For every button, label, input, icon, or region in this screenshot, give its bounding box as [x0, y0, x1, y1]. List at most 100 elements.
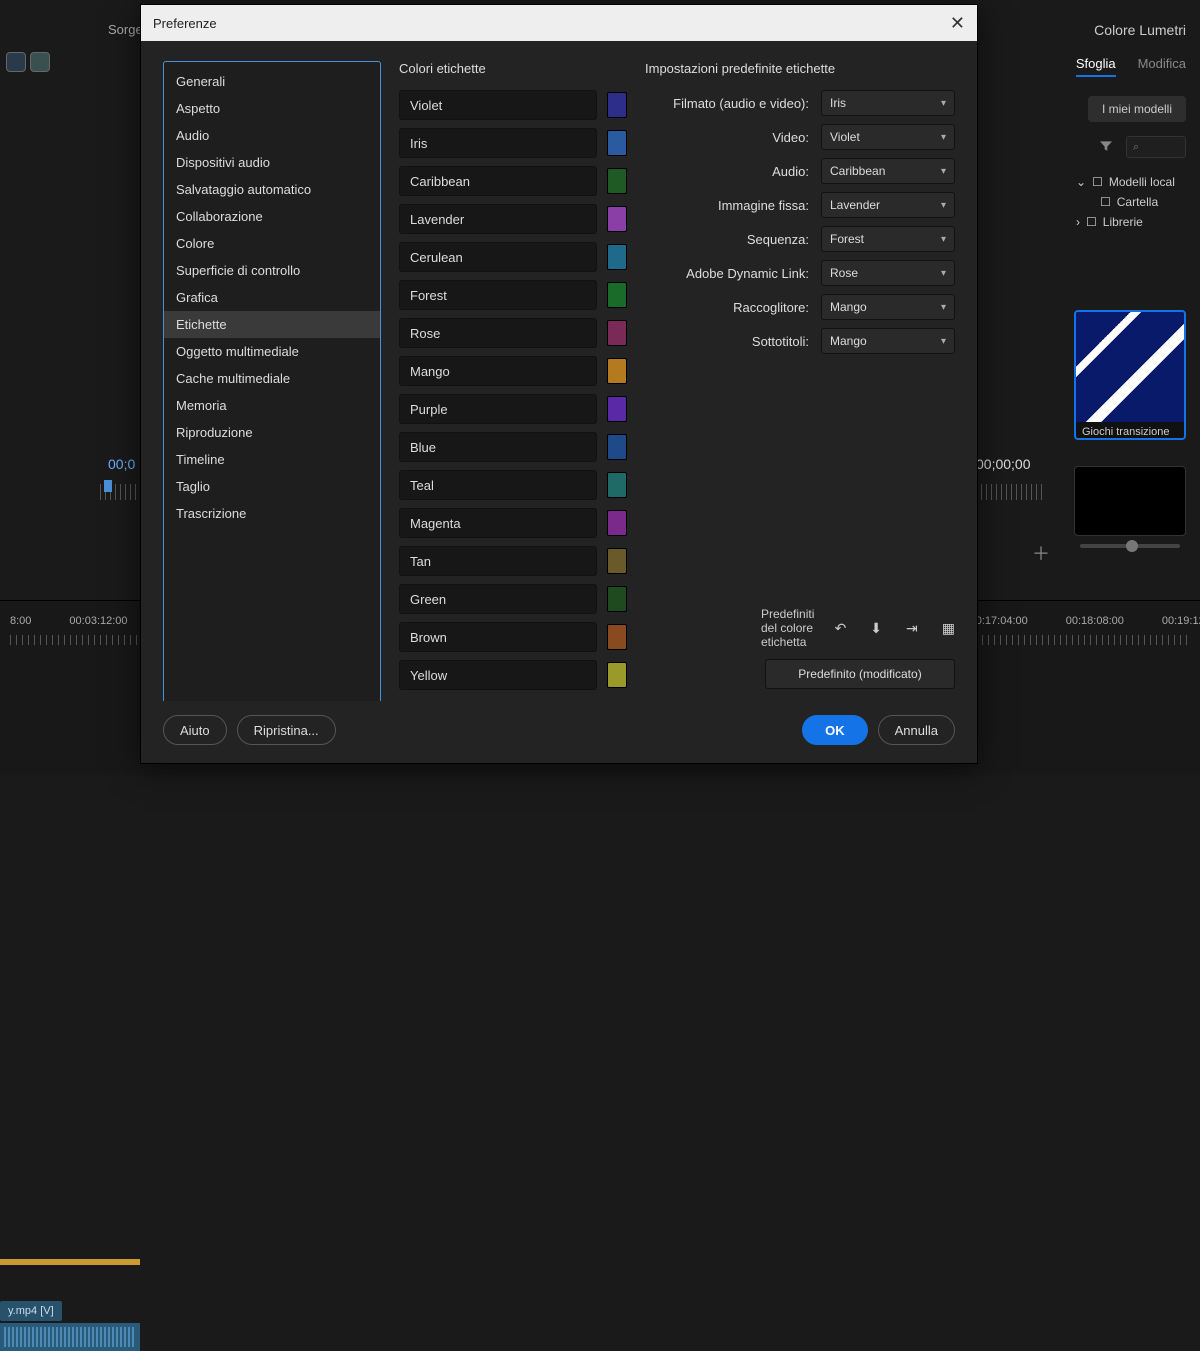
- color-swatch[interactable]: [607, 586, 627, 612]
- label-color-row: [399, 318, 627, 348]
- tree-row[interactable]: › ☐ Librerie: [1076, 212, 1186, 232]
- sidebar-item-generali[interactable]: Generali: [164, 68, 380, 95]
- import-preset-icon[interactable]: ⇥: [906, 620, 918, 637]
- reset-button[interactable]: Ripristina...: [237, 715, 336, 745]
- color-swatch[interactable]: [607, 510, 627, 536]
- default-select[interactable]: Rose▾: [821, 260, 955, 286]
- default-label-row: Filmato (audio e video): Iris▾: [645, 90, 955, 116]
- add-icon[interactable]: ＋: [1032, 540, 1050, 566]
- color-swatch[interactable]: [607, 434, 627, 460]
- bg-swatch-1: [6, 52, 26, 72]
- color-swatch[interactable]: [607, 282, 627, 308]
- label-name-input[interactable]: [399, 508, 597, 538]
- sidebar-item-audio[interactable]: Audio: [164, 122, 380, 149]
- label-name-input[interactable]: [399, 660, 597, 690]
- sidebar-item-grafica[interactable]: Grafica: [164, 284, 380, 311]
- label-name-input[interactable]: [399, 546, 597, 576]
- filter-icon[interactable]: [1098, 138, 1116, 156]
- default-label: Immagine fissa:: [645, 198, 809, 213]
- sidebar-item-oggetto-multimediale[interactable]: Oggetto multimediale: [164, 338, 380, 365]
- sidebar-item-superficie-di-controllo[interactable]: Superficie di controllo: [164, 257, 380, 284]
- color-swatch[interactable]: [607, 244, 627, 270]
- help-button[interactable]: Aiuto: [163, 715, 227, 745]
- default-select[interactable]: Forest▾: [821, 226, 955, 252]
- zoom-slider[interactable]: [1080, 544, 1180, 548]
- sidebar-item-dispositivi-audio[interactable]: Dispositivi audio: [164, 149, 380, 176]
- default-select[interactable]: Iris▾: [821, 90, 955, 116]
- checkbox-icon[interactable]: ☐: [1092, 175, 1103, 189]
- default-select[interactable]: Lavender▾: [821, 192, 955, 218]
- label-name-input[interactable]: [399, 90, 597, 120]
- tab-browse[interactable]: Sfoglia: [1076, 56, 1116, 77]
- label-name-input[interactable]: [399, 128, 597, 158]
- color-swatch[interactable]: [607, 358, 627, 384]
- label-name-input[interactable]: [399, 432, 597, 462]
- sidebar-item-timeline[interactable]: Timeline: [164, 446, 380, 473]
- color-swatch[interactable]: [607, 472, 627, 498]
- sidebar-item-salvataggio-automatico[interactable]: Salvataggio automatico: [164, 176, 380, 203]
- label-name-input[interactable]: [399, 470, 597, 500]
- cancel-button[interactable]: Annulla: [878, 715, 955, 745]
- label-name-input[interactable]: [399, 280, 597, 310]
- label-color-row: [399, 584, 627, 614]
- label-color-row: [399, 508, 627, 538]
- color-swatch[interactable]: [607, 168, 627, 194]
- default-select[interactable]: Mango▾: [821, 328, 955, 354]
- save-preset-icon[interactable]: ⬇: [870, 620, 882, 637]
- section-title-defaults: Impostazioni predefinite etichette: [645, 61, 955, 76]
- label-color-row: [399, 470, 627, 500]
- tree-row[interactable]: ☐ Cartella: [1076, 192, 1186, 212]
- color-swatch[interactable]: [607, 624, 627, 650]
- default-select[interactable]: Violet▾: [821, 124, 955, 150]
- label-name-input[interactable]: [399, 584, 597, 614]
- sidebar-item-trascrizione[interactable]: Trascrizione: [164, 500, 380, 527]
- color-swatch[interactable]: [607, 92, 627, 118]
- default-label: Video:: [645, 130, 809, 145]
- color-swatch[interactable]: [607, 320, 627, 346]
- checkbox-icon[interactable]: ☐: [1100, 195, 1111, 209]
- select-value: Lavender: [830, 198, 880, 212]
- sidebar-item-etichette[interactable]: Etichette: [164, 311, 380, 338]
- label-name-input[interactable]: [399, 166, 597, 196]
- color-swatch[interactable]: [607, 396, 627, 422]
- folder-icon[interactable]: ▦: [942, 620, 955, 637]
- default-label-row: Audio:Caribbean▾: [645, 158, 955, 184]
- label-color-row: [399, 166, 627, 196]
- checkbox-icon[interactable]: ☐: [1086, 215, 1097, 229]
- track-clip-label[interactable]: y.mp4 [V]: [0, 1301, 62, 1321]
- color-swatch[interactable]: [607, 662, 627, 688]
- template-thumb[interactable]: Giochi transizione: [1074, 310, 1186, 440]
- label-name-input[interactable]: [399, 394, 597, 424]
- label-name-input[interactable]: [399, 622, 597, 652]
- audio-waveform[interactable]: [0, 1323, 140, 1351]
- label-name-input[interactable]: [399, 204, 597, 234]
- sidebar-item-riproduzione[interactable]: Riproduzione: [164, 419, 380, 446]
- undo-icon[interactable]: ↶: [835, 620, 847, 637]
- label-name-input[interactable]: [399, 242, 597, 272]
- dialog-titlebar: Preferenze ✕: [141, 5, 977, 41]
- template-thumb-2[interactable]: [1074, 466, 1186, 536]
- label-name-input[interactable]: [399, 356, 597, 386]
- default-label: Filmato (audio e video):: [645, 96, 809, 111]
- search-input[interactable]: [1126, 136, 1186, 158]
- default-select[interactable]: Mango▾: [821, 294, 955, 320]
- sidebar-item-collaborazione[interactable]: Collaborazione: [164, 203, 380, 230]
- sidebar-item-colore[interactable]: Colore: [164, 230, 380, 257]
- sidebar-item-cache-multimediale[interactable]: Cache multimediale: [164, 365, 380, 392]
- preset-dropdown[interactable]: Predefinito (modificato): [765, 659, 955, 689]
- tree-row[interactable]: ⌄ ☐ Modelli local: [1076, 172, 1186, 192]
- close-icon[interactable]: ✕: [950, 13, 965, 34]
- sidebar-item-memoria[interactable]: Memoria: [164, 392, 380, 419]
- timeline-clip-bar[interactable]: [0, 1259, 140, 1265]
- sidebar-item-taglio[interactable]: Taglio: [164, 473, 380, 500]
- my-models-button[interactable]: I miei modelli: [1088, 96, 1186, 122]
- ok-button[interactable]: OK: [802, 715, 868, 745]
- tab-edit[interactable]: Modifica: [1138, 56, 1186, 77]
- label-name-input[interactable]: [399, 318, 597, 348]
- color-swatch[interactable]: [607, 130, 627, 156]
- sidebar-item-aspetto[interactable]: Aspetto: [164, 95, 380, 122]
- color-swatch[interactable]: [607, 206, 627, 232]
- default-label-row: Video: Violet▾: [645, 124, 955, 150]
- color-swatch[interactable]: [607, 548, 627, 574]
- default-select[interactable]: Caribbean▾: [821, 158, 955, 184]
